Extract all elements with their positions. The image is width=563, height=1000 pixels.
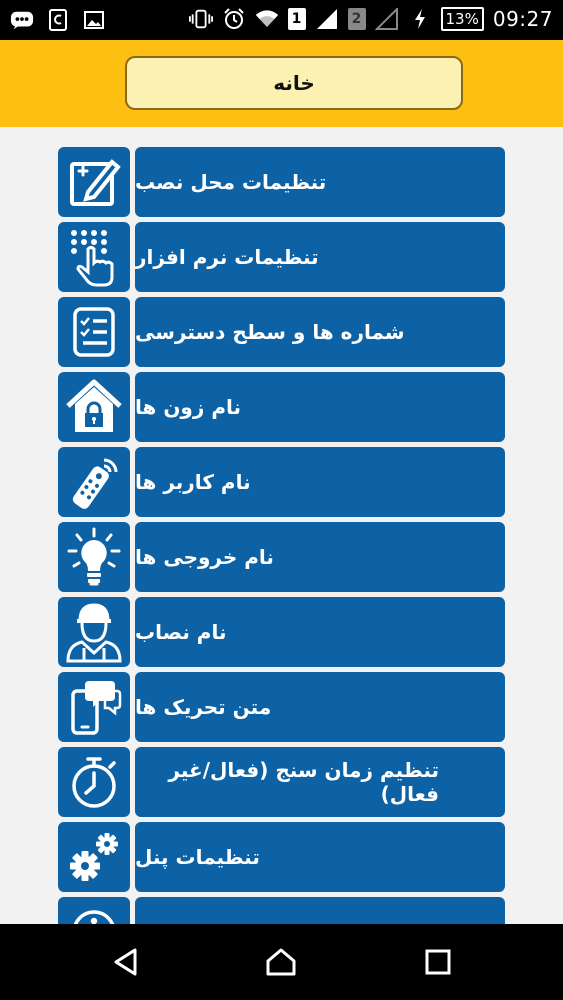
battery-level: 13%	[440, 7, 484, 31]
menu-item-label: نام کاربر ها	[135, 447, 505, 517]
menu-item-label: تنظیمات نرم افزار	[135, 222, 505, 292]
stopwatch-icon	[58, 747, 130, 817]
back-icon[interactable]	[106, 942, 146, 982]
house-lock-icon	[58, 372, 130, 442]
phone-message-icon	[58, 672, 130, 742]
status-bar: 1 2 13% 09:27	[0, 0, 563, 40]
clock: 09:27	[492, 7, 553, 31]
menu-item-trigger-texts[interactable]: متن تحریک ها	[58, 672, 506, 742]
alarm-icon	[222, 6, 246, 32]
menu-item-label: تنظیمات محل نصب	[135, 147, 505, 217]
installer-worker-icon	[58, 597, 130, 667]
checklist-icon	[58, 297, 130, 367]
menu-item-label: شماره ها و سطح دسترسی	[135, 297, 505, 367]
menu-item-numbers-access-level[interactable]: شماره ها و سطح دسترسی	[58, 297, 506, 367]
keypad-touch-icon	[58, 222, 130, 292]
menu-item-user-names[interactable]: نام کاربر ها	[58, 447, 506, 517]
menu-item-output-names[interactable]: نام خروجی ها	[58, 522, 506, 592]
no-signal-icon	[374, 6, 399, 32]
home-nav-icon[interactable]	[261, 942, 301, 982]
vibrate-icon	[188, 6, 213, 32]
header-bar: خانه	[0, 40, 563, 127]
menu-item-panel-settings[interactable]: تنظیمات پنل	[58, 822, 506, 892]
home-button[interactable]: خانه	[125, 56, 463, 110]
light-bulb-icon	[58, 522, 130, 592]
chat-notification-icon	[10, 7, 34, 33]
menu-item-label: متن تحریک ها	[135, 672, 505, 742]
recent-apps-icon[interactable]	[418, 942, 458, 982]
image-notification-icon	[82, 7, 106, 33]
menu-item-label: نام نصاب	[135, 597, 505, 667]
menu-item-zone-names[interactable]: نام زون ها	[58, 372, 506, 442]
menu-item-label: نام خروجی ها	[135, 522, 505, 592]
remote-control-icon	[58, 447, 130, 517]
wifi-icon	[255, 6, 279, 32]
charging-icon	[408, 6, 432, 32]
menu-item-timer-setting[interactable]: تنظیم زمان سنج (فعال/غیر فعال)	[58, 747, 506, 817]
menu-item-label: تنظیمات پنل	[135, 822, 505, 892]
menu-item-label: تنظیم زمان سنج (فعال/غیر فعال)	[135, 747, 505, 817]
app-notification-icon	[46, 7, 70, 33]
sim1-indicator: 1	[287, 8, 306, 30]
edit-note-icon	[58, 147, 130, 217]
signal-strength-icon	[315, 6, 339, 32]
menu-item-software-settings[interactable]: تنظیمات نرم افزار	[58, 222, 506, 292]
menu-item-installation-settings[interactable]: تنظیمات محل نصب	[58, 147, 506, 217]
menu-item-label: نام زون ها	[135, 372, 505, 442]
sim2-indicator: 2	[347, 8, 366, 30]
menu-item-installer-name[interactable]: نام نصاب	[58, 597, 506, 667]
navigation-bar	[0, 924, 563, 1000]
gears-icon	[58, 822, 130, 892]
